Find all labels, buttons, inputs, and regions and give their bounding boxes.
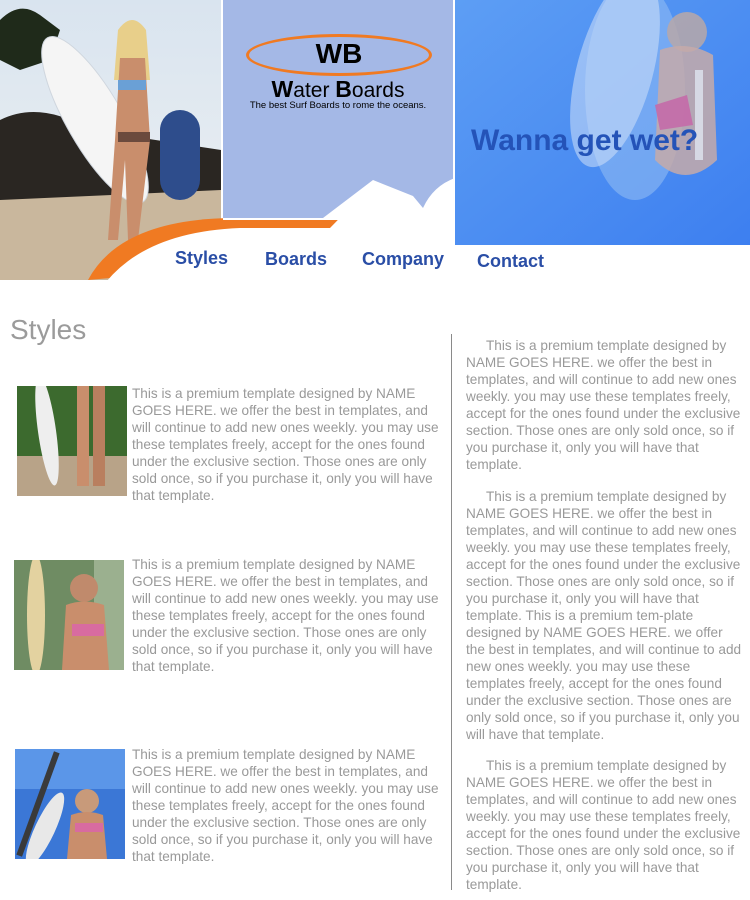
logo-panel-cloud-cutout: [223, 178, 455, 220]
right-paragraph: This is a premium template designed by N…: [466, 489, 742, 742]
right-paragraph: This is a premium template designed by N…: [466, 338, 741, 472]
logo-initials: WB: [315, 38, 363, 69]
list-item-text: This is a premium template designed by N…: [132, 557, 439, 674]
header-headline: Wanna get wet?: [471, 124, 699, 157]
thumbnail-surfer-shower: [15, 749, 125, 859]
logo-name: Water Boards: [271, 76, 405, 102]
thumbnail-surfboard-legs: [17, 386, 127, 496]
thumbnail-surfer-woman: [14, 560, 124, 670]
surfer-shower-illustration: [455, 0, 750, 245]
right-paragraph: This is a premium template designed by N…: [466, 758, 741, 892]
column-divider: [451, 334, 452, 890]
nav-item-styles[interactable]: Styles: [175, 248, 228, 269]
logo-tagline: The best Surf Boards to rome the oceans.: [249, 100, 427, 111]
header-photo-surfer-shower: [455, 0, 750, 245]
nav-item-company[interactable]: Company: [362, 249, 444, 270]
nav-item-boards[interactable]: Boards: [265, 249, 327, 270]
list-item-text: This is a premium template designed by N…: [132, 747, 439, 864]
page-title: Styles: [10, 314, 87, 345]
list-item-text: This is a premium template designed by N…: [132, 386, 439, 503]
nav-item-contact[interactable]: Contact: [477, 251, 544, 272]
